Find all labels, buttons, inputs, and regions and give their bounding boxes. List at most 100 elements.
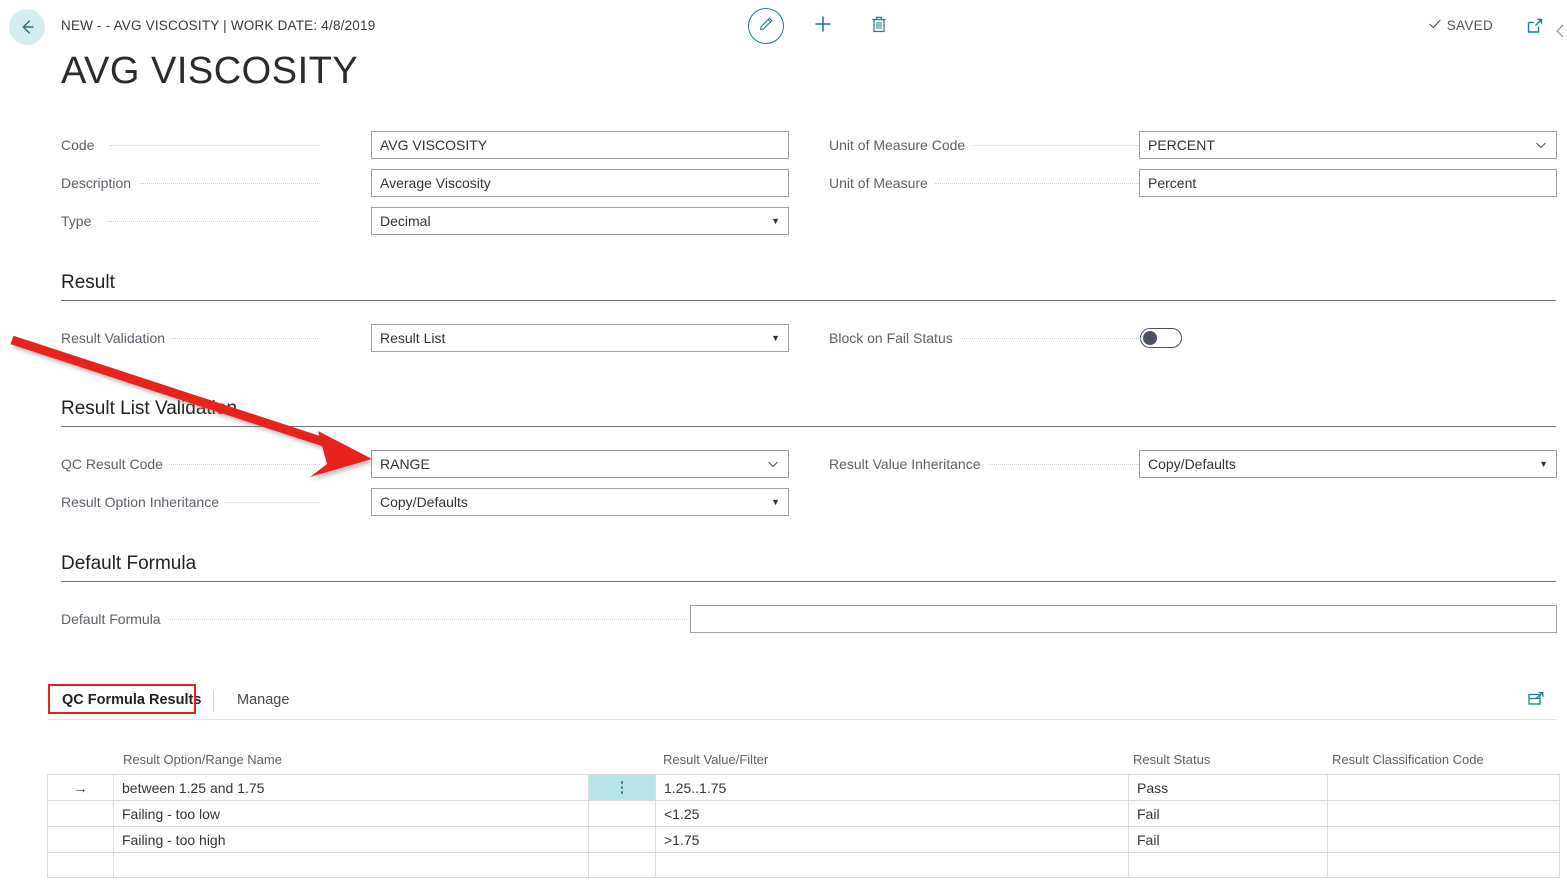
cell-result-status[interactable]: Fail [1129,801,1328,826]
toolbar-icon-group [748,8,896,44]
result-validation-dropdown[interactable]: Result List ▼ [371,324,789,352]
type-dropdown[interactable]: Decimal ▼ [371,207,789,235]
check-icon [1428,17,1442,34]
unit-of-measure-input[interactable]: Percent [1139,169,1557,197]
type-value: Decimal [380,213,431,229]
chevron-down-icon: ▼ [771,333,780,343]
table-row[interactable]: → between 1.25 and 1.75 1.25..1.75 Pass [47,774,1560,800]
cell-result-status[interactable]: Fail [1129,827,1328,852]
section-divider [61,581,1556,582]
row-indicator-cell: → [48,775,114,800]
vertical-dots-icon [620,781,624,794]
edit-button[interactable] [748,8,784,44]
unit-of-measure-value: Percent [1148,175,1197,191]
result-option-inheritance-value: Copy/Defaults [380,494,468,510]
result-validation-value: Result List [380,330,446,346]
cell-result-option-range-name[interactable]: between 1.25 and 1.75 [114,775,589,800]
qc-formula-results-grid: Result Option/Range Name Result Value/Fi… [47,748,1560,878]
open-in-new-window-icon [1525,18,1545,40]
column-header-result-value-filter[interactable]: Result Value/Filter [663,752,768,767]
pencil-icon [758,16,774,37]
section-title-result-list-validation: Result List Validation [61,398,238,419]
tab-manage[interactable]: Manage [237,682,289,718]
field-row-type: Type Decimal ▼ [0,202,1567,240]
open-in-new-window-button[interactable] [1525,16,1545,41]
page-title: AVG VISCOSITY [61,50,359,92]
chevron-down-icon [766,457,780,471]
new-button[interactable] [806,9,840,43]
field-label-description: Description [61,175,138,191]
field-label-result-value-inheritance: Result Value Inheritance [829,456,987,472]
column-header-result-option-range-name[interactable]: Result Option/Range Name [123,752,282,767]
delete-button[interactable] [862,9,896,43]
row-actions-menu[interactable] [589,801,656,826]
field-row-default-formula: Default Formula [0,600,1567,638]
result-value-inheritance-value: Copy/Defaults [1148,456,1236,472]
cell-result-status[interactable] [1129,853,1328,877]
breadcrumb[interactable]: NEW - - AVG VISCOSITY | WORK DATE: 4/8/2… [61,18,375,33]
cell-result-value-filter[interactable]: 1.25..1.75 [656,775,1129,800]
cell-result-option-range-name[interactable]: Failing - too low [114,801,589,826]
chevron-down-icon [1534,138,1548,152]
tab-divider [213,690,214,712]
result-value-inheritance-dropdown[interactable]: Copy/Defaults ▼ [1139,450,1557,478]
field-label-code: Code [61,137,101,153]
field-row-qc-result-code: QC Result Code RANGE Result Value Inheri… [0,445,1567,483]
field-label-result-option-inheritance: Result Option Inheritance [61,494,225,510]
status-badge: SAVED [1428,17,1493,34]
trash-icon [870,14,888,39]
field-row-result-validation: Result Validation Result List ▼ Block on… [0,319,1567,357]
expand-grid-icon [1527,691,1545,712]
table-row[interactable] [47,852,1560,878]
result-option-inheritance-dropdown[interactable]: Copy/Defaults ▼ [371,488,789,516]
top-toolbar: NEW - - AVG VISCOSITY | WORK DATE: 4/8/2… [0,0,1567,52]
back-arrow-icon [17,17,37,37]
tab-qc-formula-results[interactable]: QC Formula Results [62,682,201,718]
cell-result-value-filter[interactable]: <1.25 [656,801,1129,826]
default-formula-input[interactable] [690,605,1557,633]
field-label-qc-result-code: QC Result Code [61,456,169,472]
cell-result-classification-code[interactable] [1328,775,1561,800]
table-row[interactable]: Failing - too low <1.25 Fail [47,800,1560,826]
cell-result-status[interactable]: Pass [1129,775,1328,800]
chevron-down-icon: ▼ [1539,459,1548,469]
grid-header-row: Result Option/Range Name Result Value/Fi… [47,748,1560,774]
qc-result-code-lookup[interactable]: RANGE [371,450,789,478]
row-indicator-cell [48,853,114,877]
section-result: Result [61,272,1556,301]
section-result-list-validation: Result List Validation [61,398,1556,427]
unit-of-measure-code-value: PERCENT [1148,137,1215,153]
section-default-formula: Default Formula [61,553,1556,582]
cell-result-classification-code[interactable] [1328,853,1561,877]
saved-label: SAVED [1446,18,1493,33]
column-header-result-status[interactable]: Result Status [1133,752,1210,767]
section-title-result: Result [61,272,115,293]
back-button[interactable] [9,9,45,45]
expand-grid-button[interactable] [1527,690,1545,713]
row-actions-menu[interactable] [589,775,656,800]
section-divider [61,426,1556,427]
cell-result-option-range-name[interactable] [114,853,589,877]
chevron-down-icon: ▼ [771,497,780,507]
field-label-result-validation: Result Validation [61,330,172,346]
row-indicator-cell [48,801,114,826]
plus-icon [812,13,834,40]
field-label-block-on-fail-status: Block on Fail Status [829,330,959,346]
overflow-menu-edge[interactable] [1555,24,1565,38]
field-row-result-option-inheritance: Result Option Inheritance Copy/Defaults … [0,483,1567,521]
column-header-result-classification-code[interactable]: Result Classification Code [1332,752,1484,767]
chevron-down-icon: ▼ [771,216,780,226]
cell-result-value-filter[interactable]: >1.75 [656,827,1129,852]
cell-result-option-range-name[interactable]: Failing - too high [114,827,589,852]
block-on-fail-status-toggle[interactable] [1140,328,1182,348]
cell-result-classification-code[interactable] [1328,827,1561,852]
cell-result-classification-code[interactable] [1328,801,1561,826]
row-actions-menu[interactable] [589,827,656,852]
field-label-unit-of-measure-code: Unit of Measure Code [829,137,972,153]
table-row[interactable]: Failing - too high >1.75 Fail [47,826,1560,852]
cell-result-value-filter[interactable] [656,853,1129,877]
field-label-unit-of-measure: Unit of Measure [829,175,934,191]
row-arrow-icon: → [73,779,88,796]
row-actions-menu[interactable] [589,853,656,877]
unit-of-measure-code-lookup[interactable]: PERCENT [1139,131,1557,159]
